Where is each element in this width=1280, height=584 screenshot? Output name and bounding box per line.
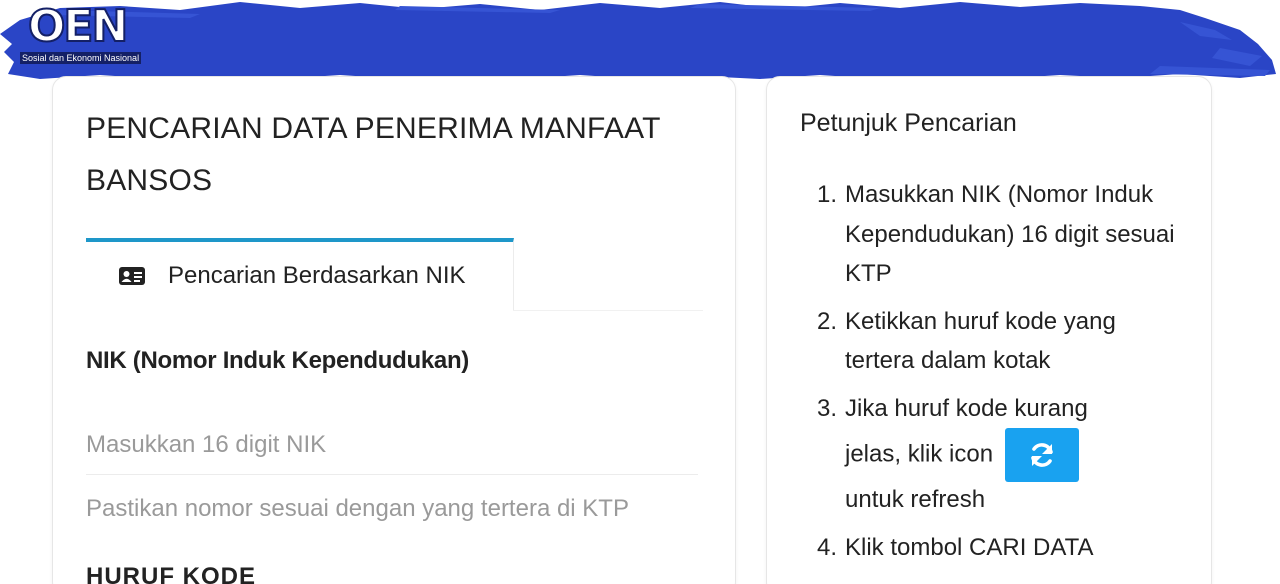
- logo[interactable]: OEN Sosial dan Ekonomi Nasional: [8, 1, 148, 66]
- logo-mark: OEN: [27, 1, 129, 52]
- guide-title: Petunjuk Pencarian: [800, 109, 1017, 137]
- guide-step-4: 4. Klik tombol CARI DATA: [817, 533, 1094, 561]
- guide-step-3: 3. Jika huruf kode kurang jelas, klik ic…: [817, 394, 1088, 514]
- guide-step-2: 2. Ketikkan huruf kode yang tertera dala…: [817, 307, 1116, 375]
- guide-steps-list: 1. Masukkan NIK (Nomor Induk Kependuduka…: [817, 175, 1175, 575]
- captcha-field-label: HURUF KODE: [86, 563, 256, 584]
- id-card-icon: [119, 267, 145, 285]
- brush-stroke-background: [0, 2, 1276, 79]
- tab-divider: [513, 310, 703, 311]
- page-title: PENCARIAN DATA PENERIMA MANFAAT BANSOS: [86, 112, 661, 197]
- header-banner: OEN Sosial dan Ekonomi Nasional: [0, 0, 1280, 80]
- guide-step-1: 1. Masukkan NIK (Nomor Induk Kependuduka…: [817, 181, 1175, 287]
- nik-field-label: NIK (Nomor Induk Kependudukan): [86, 347, 469, 374]
- search-card: PENCARIAN DATA PENERIMA MANFAAT BANSOS P…: [52, 76, 736, 584]
- nik-input[interactable]: [86, 415, 698, 475]
- refresh-icon: [1031, 443, 1053, 467]
- tab-label: Pencarian Berdasarkan NIK: [168, 262, 466, 289]
- nik-help-text: Pastikan nomor sesuai dengan yang terter…: [86, 495, 629, 522]
- guide-card: Petunjuk Pencarian 1. Masukkan NIK (Nomo…: [766, 76, 1212, 584]
- refresh-button[interactable]: [1005, 428, 1080, 482]
- logo-subtitle: Sosial dan Ekonomi Nasional: [20, 52, 142, 64]
- tab-search-by-nik[interactable]: Pencarian Berdasarkan NIK: [86, 238, 514, 310]
